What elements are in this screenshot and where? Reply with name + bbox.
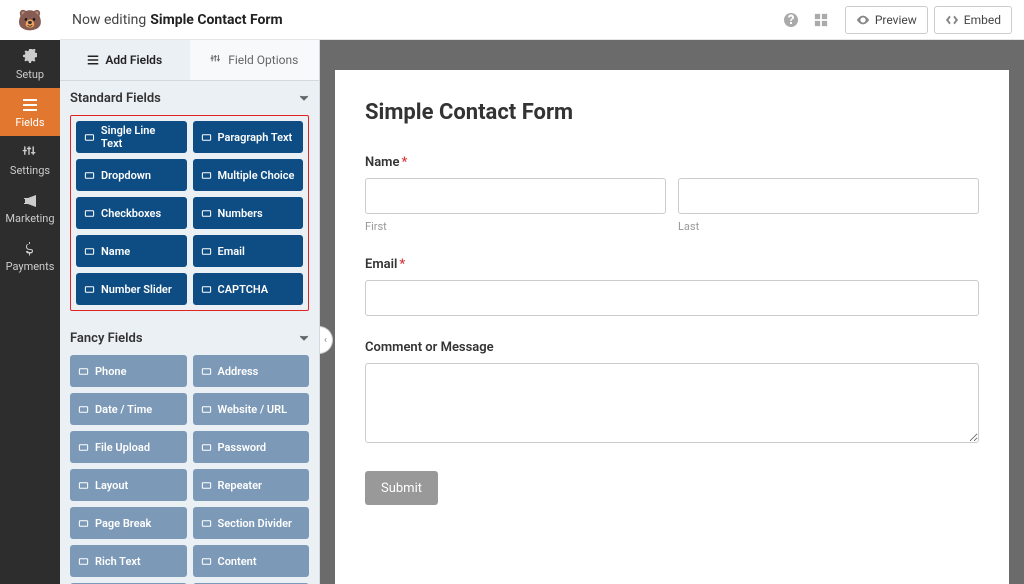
field-option-section-divider[interactable]: Section Divider [193, 507, 310, 539]
canvas-form-title: Simple Contact Form [365, 100, 979, 125]
bullhorn-icon [21, 193, 39, 209]
pin-icon [201, 366, 212, 377]
nav-label: Settings [10, 164, 50, 177]
calendar-icon [78, 404, 89, 415]
tab-field-options[interactable]: Field Options [190, 40, 320, 80]
link-icon [201, 404, 212, 415]
submit-button[interactable]: Submit [365, 471, 438, 505]
sublabel-first: First [365, 220, 666, 233]
label-comment: Comment or Message [365, 340, 979, 355]
user-icon [84, 246, 95, 257]
lock-icon [201, 442, 212, 453]
nav-setup[interactable]: Setup [0, 40, 60, 88]
field-email[interactable]: Email* [365, 257, 979, 316]
embed-button[interactable]: Embed [934, 6, 1012, 34]
eye-icon [856, 13, 870, 27]
slider-icon [84, 284, 95, 295]
nav-settings[interactable]: Settings [0, 136, 60, 184]
main-nav-sidebar: 🐻 Setup Fields Settings Marketing Paymen… [0, 0, 60, 584]
mail-icon [201, 246, 212, 257]
app-logo[interactable]: 🐻 [0, 0, 60, 40]
checkbox-icon [84, 208, 95, 219]
input-last-name[interactable] [678, 178, 979, 214]
field-option-number-slider[interactable]: Number Slider [76, 273, 187, 305]
nav-fields[interactable]: Fields [0, 88, 60, 136]
field-option-dropdown[interactable]: Dropdown [76, 159, 187, 191]
label-name: Name* [365, 155, 979, 170]
hash-icon [201, 208, 212, 219]
nav-label: Fields [15, 116, 44, 129]
shield-icon [201, 284, 212, 295]
field-option-address[interactable]: Address [193, 355, 310, 387]
layout-icon [78, 480, 89, 491]
add-fields-icon [87, 54, 99, 66]
field-option-captcha[interactable]: CAPTCHA [193, 273, 304, 305]
nav-label: Payments [6, 260, 55, 273]
section-standard-fields[interactable]: Standard Fields [70, 81, 309, 115]
nav-label: Marketing [5, 212, 54, 225]
paragraph-icon [201, 132, 212, 143]
field-option-website-url[interactable]: Website / URL [193, 393, 310, 425]
editing-prefix: Now editing [72, 12, 146, 28]
field-option-numbers[interactable]: Numbers [193, 197, 304, 229]
text-icon [84, 132, 95, 143]
code-icon [945, 13, 959, 27]
section-fancy-fields[interactable]: Fancy Fields [70, 321, 309, 355]
preview-button[interactable]: Preview [845, 6, 928, 34]
field-option-rich-text[interactable]: Rich Text [70, 545, 187, 577]
form-title[interactable]: Simple Contact Form [150, 12, 282, 28]
label-email: Email* [365, 257, 979, 272]
form-canvas-wrap: ‹ Simple Contact Form Name* First [320, 40, 1024, 584]
field-option-file-upload[interactable]: File Upload [70, 431, 187, 463]
chevron-down-icon [299, 93, 309, 103]
tab-add-fields[interactable]: Add Fields [60, 40, 190, 80]
sliders-icon [21, 145, 39, 161]
dropdown-icon [84, 170, 95, 181]
field-option-phone[interactable]: Phone [70, 355, 187, 387]
field-option-multiple-choice[interactable]: Multiple Choice [193, 159, 304, 191]
field-option-repeater[interactable]: Repeater [193, 469, 310, 501]
field-name[interactable]: Name* First Last [365, 155, 979, 233]
topbar: Now editing Simple Contact Form Preview … [60, 0, 1024, 40]
field-option-date-time[interactable]: Date / Time [70, 393, 187, 425]
field-option-single-line-text[interactable]: Single Line Text [76, 121, 187, 153]
form-canvas[interactable]: Simple Contact Form Name* First [335, 70, 1009, 584]
nav-marketing[interactable]: Marketing [0, 184, 60, 232]
field-option-name[interactable]: Name [76, 235, 187, 267]
gear-icon [21, 49, 39, 65]
nav-label: Setup [16, 68, 44, 81]
field-comment[interactable]: Comment or Message [365, 340, 979, 447]
pagebreak-icon [78, 518, 89, 529]
input-first-name[interactable] [365, 178, 666, 214]
nav-payments[interactable]: Payments [0, 232, 60, 280]
richtext-icon [78, 556, 89, 567]
dollar-icon [21, 241, 39, 257]
field-option-layout[interactable]: Layout [70, 469, 187, 501]
chevron-down-icon [299, 333, 309, 343]
fancy-fields-grid: PhoneAddressDate / TimeWebsite / URLFile… [70, 355, 309, 584]
field-option-content[interactable]: Content [193, 545, 310, 577]
field-option-paragraph-text[interactable]: Paragraph Text [193, 121, 304, 153]
apps-grid-icon[interactable] [809, 8, 833, 32]
content-icon [201, 556, 212, 567]
radio-icon [201, 170, 212, 181]
field-option-password[interactable]: Password [193, 431, 310, 463]
divider-icon [201, 518, 212, 529]
input-email[interactable] [365, 280, 979, 316]
panel-collapse-handle[interactable]: ‹ [320, 326, 333, 354]
repeat-icon [201, 480, 212, 491]
phone-icon [78, 366, 89, 377]
upload-icon [78, 442, 89, 453]
fields-panel: Add Fields Field Options Standard Fields… [60, 40, 320, 584]
field-option-page-break[interactable]: Page Break [70, 507, 187, 539]
help-icon[interactable] [779, 8, 803, 32]
sublabel-last: Last [678, 220, 979, 233]
field-options-icon [210, 54, 222, 66]
list-icon [21, 97, 39, 113]
standard-fields-grid: Single Line TextParagraph TextDropdownMu… [70, 115, 309, 311]
field-option-email[interactable]: Email [193, 235, 304, 267]
input-comment[interactable] [365, 363, 979, 443]
field-option-checkboxes[interactable]: Checkboxes [76, 197, 187, 229]
